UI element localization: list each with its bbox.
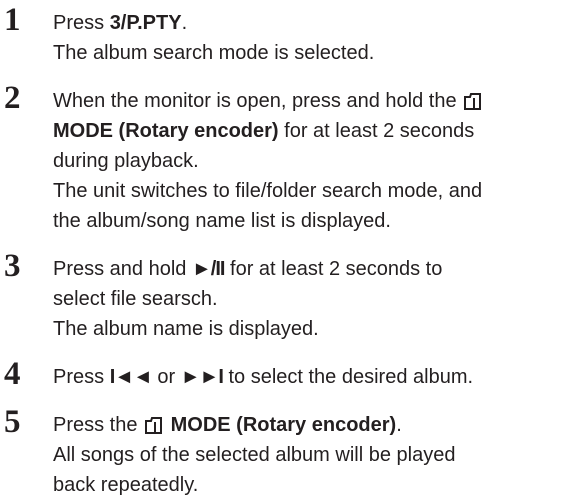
step-2-line-4: The unit switches to file/folder search … (53, 180, 483, 202)
step-4-text: Press I◄◄ or ►►I to select the desired a… (53, 362, 565, 392)
key-3-ppty: 3/P.PTY (109, 12, 182, 34)
step-number-2: 2 (4, 80, 21, 116)
step-1-text: Press 3/P.PTY. The album search mode is … (53, 8, 565, 68)
step-3-line-2: select file searsch. (53, 288, 218, 310)
instruction-page: 1 Press 3/P.PTY. The album search mode i… (0, 0, 570, 501)
step-number-4: 4 (4, 356, 21, 392)
mode-button-icon (464, 93, 482, 110)
step-2-line-2: MODE (Rotary encoder) for at least 2 sec… (53, 120, 475, 142)
step-5-line-1: Press the MODE (Rotary encoder). (53, 414, 402, 436)
mode-rotary-encoder-label: MODE (Rotary encoder) (53, 120, 279, 142)
step-number-1: 1 (4, 2, 21, 38)
step-3-line-3: The album name is displayed. (53, 318, 319, 340)
skip-next-icon: ►►I (180, 366, 224, 388)
step-2-text: When the monitor is open, press and hold… (53, 86, 565, 236)
step-4-line-1: Press I◄◄ or ►►I to select the desired a… (53, 366, 474, 388)
skip-previous-icon: I◄◄ (109, 366, 153, 388)
step-2-line-3: during playback. (53, 150, 199, 172)
step-1-result: The album search mode is selected. (53, 42, 375, 64)
step-1-instruction: Press 3/P.PTY. (53, 12, 188, 34)
step-number-5: 5 (4, 404, 21, 440)
step-2-line-1: When the monitor is open, press and hold… (53, 86, 565, 116)
step-5-line-2: All songs of the selected album will be … (53, 444, 456, 466)
step-3-text: Press and hold ►/II for at least 2 secon… (53, 254, 565, 344)
step-5-line-3: back repeatedly. (53, 474, 199, 496)
step-2-line-5: the album/song name list is displayed. (53, 210, 391, 232)
mode-rotary-encoder-label: MODE (Rotary encoder) (170, 414, 397, 436)
step-5-text: Press the MODE (Rotary encoder). All son… (53, 410, 565, 500)
play-pause-icon: ►/II (191, 258, 225, 280)
step-3-line-1: Press and hold ►/II for at least 2 secon… (53, 258, 443, 280)
step-number-3: 3 (4, 248, 21, 284)
mode-button-icon (145, 417, 163, 434)
